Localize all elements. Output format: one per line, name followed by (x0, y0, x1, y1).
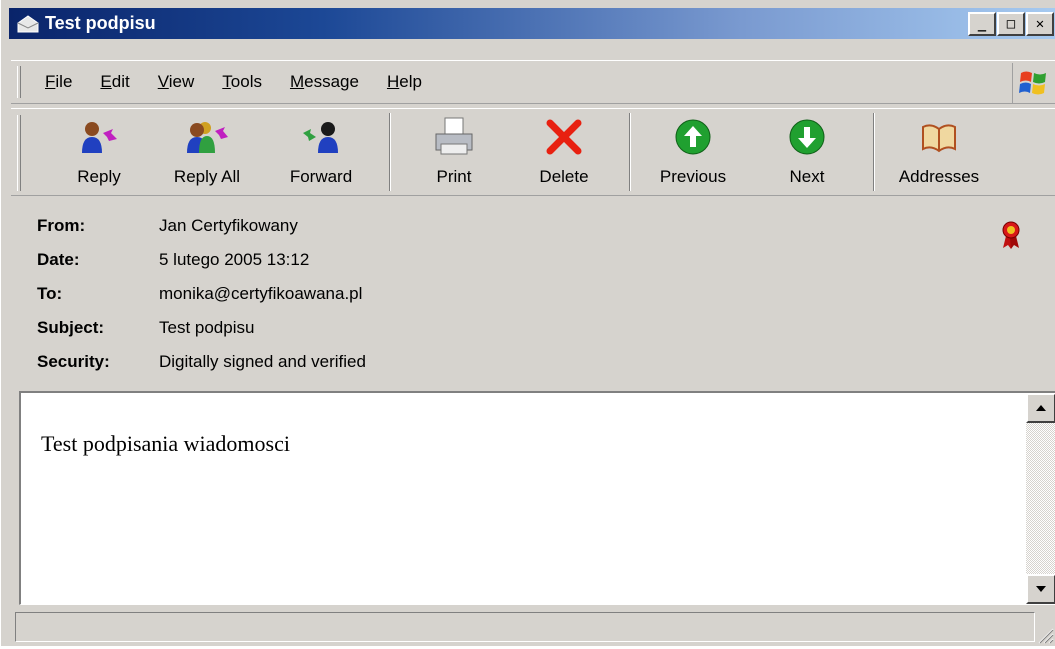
addresses-button[interactable]: Addresses (887, 109, 991, 195)
reply-all-icon (185, 109, 229, 165)
scroll-up-button[interactable] (1026, 393, 1055, 423)
menu-edit[interactable]: Edit (86, 72, 143, 92)
to-label: To: (37, 284, 63, 303)
to-value[interactable]: monika@certyfikoawana.pl (159, 284, 362, 304)
print-button[interactable]: Print (411, 109, 497, 195)
resize-grip-icon[interactable] (1034, 624, 1054, 644)
status-bar (11, 608, 1055, 646)
menu-view[interactable]: View (144, 72, 209, 92)
menu-bar: File Edit View Tools Message Help (11, 60, 1055, 104)
window-title: Test podpisu (45, 13, 156, 33)
previous-button[interactable]: Previous (643, 109, 743, 195)
subject-label: Subject: (37, 318, 105, 337)
toolbar-grip[interactable] (17, 115, 21, 191)
message-text: Test podpisania wiadomosci (41, 431, 290, 456)
date-label: Date: (37, 250, 80, 269)
header-date-row: Date: 5 lutego 2005 13:12 (37, 246, 309, 274)
reply-icon (79, 109, 119, 165)
reply-all-button[interactable]: Reply All (159, 109, 255, 195)
menu-message[interactable]: Message (276, 72, 373, 92)
from-label: From: (37, 216, 86, 235)
date-value: 5 lutego 2005 13:12 (159, 250, 310, 269)
delete-button[interactable]: Delete (521, 109, 607, 195)
toolbar: Reply Reply All Forward Print Delete Pre… (11, 108, 1055, 196)
windows-logo-icon (1012, 63, 1052, 103)
message-header: From: Jan Certyfikowany Date: 5 lutego 2… (11, 200, 1055, 386)
vertical-scrollbar[interactable] (1026, 393, 1055, 604)
forward-icon (301, 109, 341, 165)
scroll-down-button[interactable] (1026, 574, 1055, 604)
title-bar[interactable]: Test podpisu _ □ ✕ (9, 8, 1055, 39)
header-to-row: To: monika@certyfikoawana.pl (37, 280, 362, 308)
header-security-row: Security: Digitally signed and verified (37, 348, 366, 376)
subject-value: Test podpisu (159, 318, 255, 337)
message-window: Test podpisu _ □ ✕ File Edit View Tools … (0, 0, 1055, 646)
from-value[interactable]: Jan Certyfikowany (159, 216, 298, 236)
maximize-button[interactable]: □ (997, 12, 1025, 36)
message-body[interactable]: Test podpisania wiadomosci (19, 391, 1055, 605)
security-label: Security: (37, 352, 110, 371)
header-subject-row: Subject: Test podpisu (37, 314, 254, 342)
close-button[interactable]: ✕ (1026, 12, 1054, 36)
forward-button[interactable]: Forward (273, 109, 369, 195)
next-button[interactable]: Next (767, 109, 847, 195)
toolbar-separator (629, 113, 631, 191)
previous-icon (673, 109, 713, 165)
signature-seal-icon[interactable] (1000, 220, 1022, 255)
envelope-icon (15, 13, 41, 35)
minimize-button[interactable]: _ (968, 12, 996, 36)
security-value: Digitally signed and verified (159, 352, 366, 371)
status-panel (15, 612, 1035, 642)
toolbar-separator (873, 113, 875, 191)
delete-icon (544, 109, 584, 165)
next-icon (787, 109, 827, 165)
header-from-row: From: Jan Certyfikowany (37, 212, 298, 240)
reply-button[interactable]: Reply (59, 109, 139, 195)
menu-file[interactable]: File (31, 72, 86, 92)
print-icon (433, 109, 475, 165)
menu-tools[interactable]: Tools (208, 72, 276, 92)
menu-grip[interactable] (17, 66, 21, 98)
toolbar-separator (389, 113, 391, 191)
addresses-icon (919, 109, 959, 165)
menu-help[interactable]: Help (373, 72, 436, 92)
